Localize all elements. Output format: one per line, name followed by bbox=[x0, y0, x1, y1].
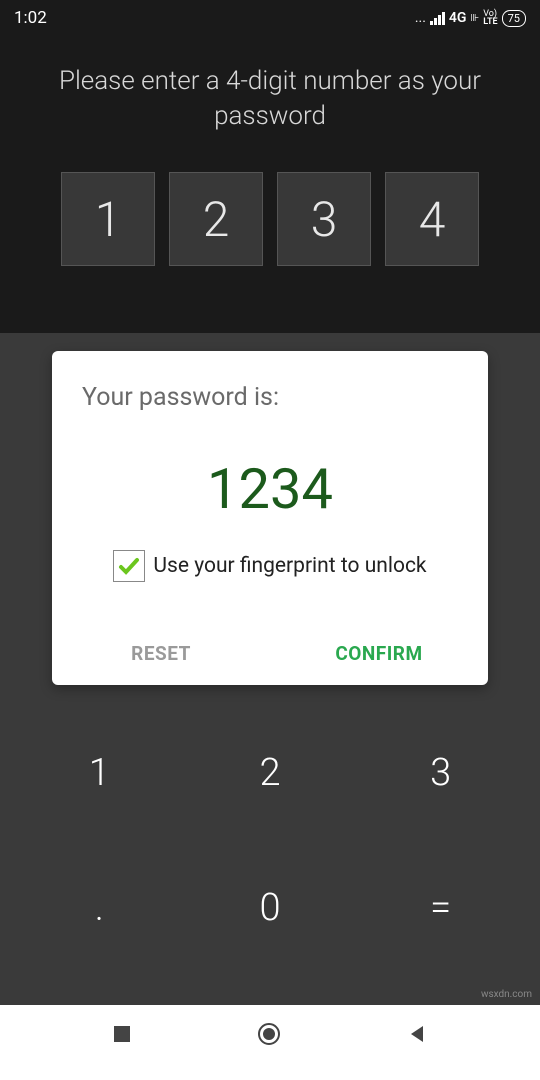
digit-box-1[interactable]: 1 bbox=[61, 172, 155, 266]
status-time: 1:02 bbox=[14, 8, 47, 28]
digit-box-4[interactable]: 4 bbox=[385, 172, 479, 266]
battery-icon: 75 bbox=[502, 10, 526, 27]
key-dot[interactable]: . bbox=[14, 840, 185, 975]
password-prompt: Please enter a 4-digit number as your pa… bbox=[0, 36, 540, 144]
status-right: ... 4G ⊪ Vo) LTE 75 bbox=[415, 10, 526, 27]
key-equals[interactable]: = bbox=[355, 840, 526, 975]
nav-bar bbox=[0, 1005, 540, 1080]
back-button[interactable] bbox=[406, 1023, 428, 1045]
dialog-backdrop: Your password is: 1234 Use your fingerpr… bbox=[0, 333, 540, 1005]
status-dots: ... bbox=[415, 10, 426, 26]
key-1[interactable]: 1 bbox=[14, 705, 185, 840]
watermark: wsxdn.com bbox=[481, 989, 532, 1000]
signal-icon bbox=[430, 11, 445, 25]
network-label: 4G bbox=[449, 10, 467, 26]
recent-apps-button[interactable] bbox=[112, 1024, 132, 1044]
volte-icon: Vo) LTE bbox=[483, 10, 497, 26]
key-3[interactable]: 3 bbox=[355, 705, 526, 840]
numeric-keypad: 1 2 3 . 0 = bbox=[10, 705, 530, 975]
fingerprint-label: Use your fingerprint to unlock bbox=[153, 554, 426, 578]
signal-dot: ⊪ bbox=[470, 13, 479, 24]
reset-button[interactable]: RESET bbox=[52, 642, 270, 665]
key-2[interactable]: 2 bbox=[185, 705, 356, 840]
dialog-buttons: RESET CONFIRM bbox=[52, 624, 488, 685]
dialog-title: Your password is: bbox=[52, 383, 488, 432]
digit-input-row: 1 2 3 4 bbox=[0, 172, 540, 266]
home-button[interactable] bbox=[256, 1021, 282, 1047]
status-bar: 1:02 ... 4G ⊪ Vo) LTE 75 bbox=[0, 0, 540, 36]
password-dialog: Your password is: 1234 Use your fingerpr… bbox=[52, 351, 488, 685]
password-value: 1234 bbox=[52, 432, 488, 550]
confirm-button[interactable]: CONFIRM bbox=[270, 642, 488, 665]
digit-box-2[interactable]: 2 bbox=[169, 172, 263, 266]
fingerprint-checkbox[interactable] bbox=[113, 550, 145, 582]
fingerprint-row[interactable]: Use your fingerprint to unlock bbox=[52, 550, 488, 624]
key-0[interactable]: 0 bbox=[185, 840, 356, 975]
checkmark-icon bbox=[117, 554, 141, 578]
digit-box-3[interactable]: 3 bbox=[277, 172, 371, 266]
